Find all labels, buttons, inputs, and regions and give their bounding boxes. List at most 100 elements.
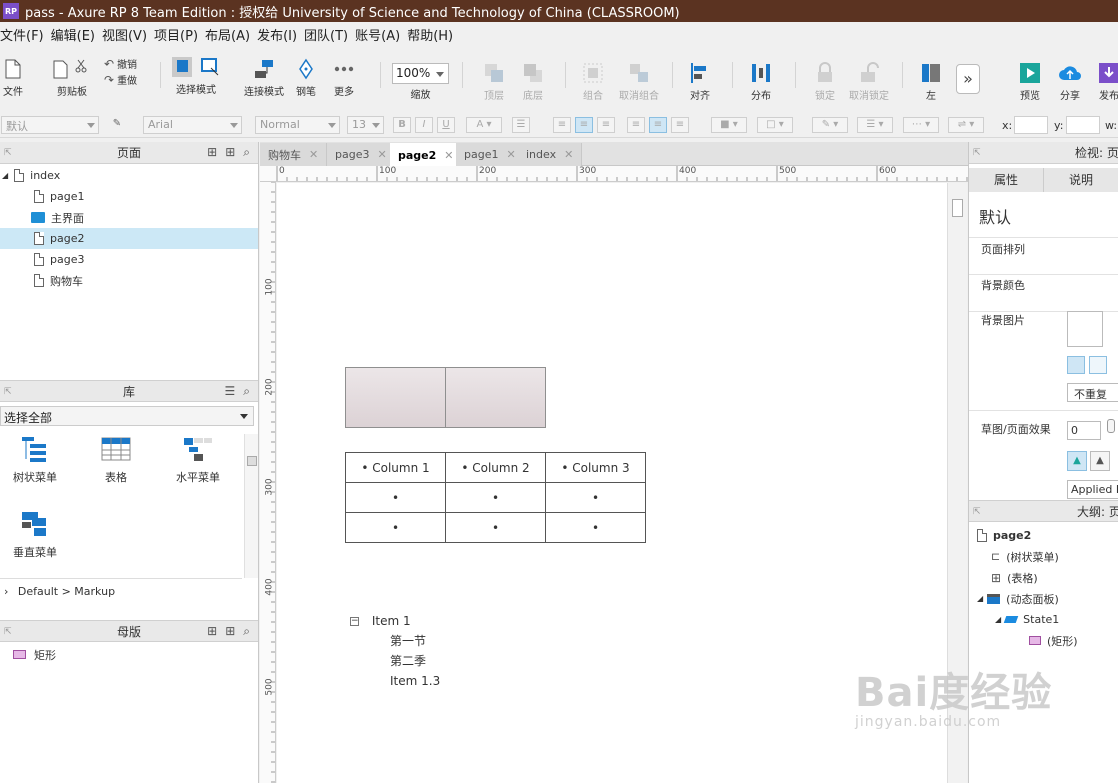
- bg-align-button[interactable]: [1089, 356, 1107, 374]
- add-master-icon[interactable]: ⊞: [207, 624, 217, 639]
- outline-item-rectangle[interactable]: (矩形): [969, 630, 1118, 651]
- tab-properties[interactable]: 属性: [969, 168, 1044, 192]
- pin-icon[interactable]: ⇱: [973, 507, 981, 517]
- valign-top-button[interactable]: ≡: [627, 117, 645, 133]
- font-size-select[interactable]: 13: [347, 116, 384, 134]
- library-footer[interactable]: › Default > Markup: [0, 578, 242, 602]
- undo-button[interactable]: ↶ 撤销: [104, 56, 137, 72]
- applied-font-input[interactable]: Applied Fo: [1067, 480, 1118, 499]
- line-width-button[interactable]: ☰ ▾: [857, 117, 893, 133]
- align-text-center-button[interactable]: ≡: [575, 117, 593, 133]
- publish-button[interactable]: 发布: [1098, 62, 1118, 102]
- horizontal-menu-widget[interactable]: [345, 367, 546, 428]
- close-icon[interactable]: ✕: [444, 149, 453, 162]
- pin-icon[interactable]: ⇱: [973, 148, 981, 158]
- bullet-list-button[interactable]: ☰: [512, 117, 530, 133]
- tree-item-main-folder[interactable]: 主界面: [0, 207, 258, 228]
- outline-item-tree-menu[interactable]: ⊏ (树状菜单): [969, 546, 1118, 567]
- left-panel-toggle-button[interactable]: 左: [920, 62, 942, 102]
- library-scrollbar[interactable]: [244, 434, 258, 578]
- bg-align-button[interactable]: [1067, 356, 1085, 374]
- menu-account[interactable]: 账号(A): [355, 25, 407, 44]
- menu-cell[interactable]: [446, 368, 545, 427]
- bring-to-top-button[interactable]: 顶层: [483, 62, 505, 102]
- add-folder-icon[interactable]: ⊞: [225, 624, 235, 639]
- more-button[interactable]: 更多: [333, 58, 355, 98]
- align-button[interactable]: 对齐: [689, 62, 711, 102]
- tab-page3[interactable]: page3 ✕: [327, 143, 396, 166]
- expand-triangle-icon[interactable]: ◢: [2, 171, 8, 180]
- search-icon[interactable]: ⌕: [243, 384, 250, 399]
- menu-view[interactable]: 视图(V): [102, 25, 154, 44]
- table-header-cell[interactable]: • Column 3: [545, 452, 646, 483]
- background-image-preview[interactable]: [1067, 311, 1103, 347]
- pin-icon[interactable]: ⇱: [4, 627, 12, 637]
- table-widget[interactable]: • Column 1 • Column 2 • Column 3 • • • •…: [345, 452, 646, 543]
- valign-bottom-button[interactable]: ≡: [671, 117, 689, 133]
- library-item-vertical-menu[interactable]: 垂直菜单: [0, 510, 70, 560]
- tab-page1[interactable]: page1 ✕: [456, 143, 525, 166]
- sketch-bw-button[interactable]: ▲: [1090, 451, 1110, 471]
- distribute-button[interactable]: 分布: [750, 62, 772, 102]
- tree-node-item-1[interactable]: − Item 1: [350, 611, 440, 631]
- library-item-table[interactable]: 表格: [81, 435, 151, 485]
- tree-item-cart[interactable]: 购物车: [0, 270, 258, 291]
- menu-file[interactable]: 文件(F): [0, 25, 51, 44]
- tree-item-page2[interactable]: page2: [0, 228, 258, 249]
- sketch-color-button[interactable]: ▲: [1067, 451, 1087, 471]
- scroll-thumb[interactable]: [247, 456, 257, 466]
- repeat-select[interactable]: 不重复: [1067, 383, 1118, 402]
- collapse-icon[interactable]: −: [350, 617, 359, 626]
- tab-notes[interactable]: 说明: [1044, 168, 1118, 192]
- library-select[interactable]: 选择全部: [0, 406, 254, 426]
- table-cell[interactable]: •: [445, 512, 546, 543]
- menu-project[interactable]: 项目(P): [154, 25, 205, 44]
- zoom-control[interactable]: 100% 缩放: [392, 63, 449, 101]
- close-icon[interactable]: ✕: [564, 148, 573, 161]
- ungroup-button[interactable]: 取消组合: [619, 62, 659, 102]
- table-cell[interactable]: •: [345, 512, 446, 543]
- align-text-right-button[interactable]: ≡: [597, 117, 615, 133]
- pen-button[interactable]: 钢笔: [295, 58, 317, 98]
- scroll-thumb[interactable]: [952, 199, 963, 217]
- font-family-select[interactable]: Arial: [143, 116, 242, 134]
- pin-icon[interactable]: ⇱: [4, 387, 12, 397]
- preview-button[interactable]: 预览: [1019, 62, 1041, 102]
- table-cell[interactable]: •: [445, 482, 546, 513]
- clipboard-button[interactable]: 剪贴板: [52, 58, 92, 98]
- line-style-button[interactable]: ⋯ ▾: [903, 117, 939, 133]
- lock-button[interactable]: 锁定: [814, 62, 836, 102]
- table-header-cell[interactable]: • Column 2: [445, 452, 546, 483]
- tree-item-page3[interactable]: page3: [0, 249, 258, 270]
- add-page-icon[interactable]: ⊞: [207, 145, 217, 160]
- menu-edit[interactable]: 编辑(E): [51, 25, 102, 44]
- table-cell[interactable]: •: [345, 482, 446, 513]
- unlock-button[interactable]: 取消锁定: [849, 62, 889, 102]
- pin-icon[interactable]: ⇱: [4, 148, 12, 158]
- tab-page2[interactable]: page2 ✕: [390, 143, 463, 167]
- tree-menu-widget[interactable]: − Item 1 第一节 第二季 Item 1.3: [350, 611, 440, 691]
- table-cell[interactable]: •: [545, 482, 646, 513]
- font-color-button[interactable]: A ▾: [466, 117, 502, 133]
- tree-item-page1[interactable]: page1: [0, 186, 258, 207]
- style-edit-icon[interactable]: ✎: [108, 117, 126, 133]
- library-item-horizontal-menu[interactable]: 水平菜单: [163, 435, 233, 485]
- tree-node-child[interactable]: 第一节: [350, 631, 440, 651]
- align-text-left-button[interactable]: ≡: [553, 117, 571, 133]
- group-button[interactable]: 组合: [582, 62, 604, 102]
- connect-mode-button[interactable]: 连接模式: [244, 58, 284, 98]
- close-icon[interactable]: ✕: [377, 148, 386, 161]
- arrow-style-button[interactable]: ⇌ ▾: [948, 117, 984, 133]
- expand-triangle-icon[interactable]: ◢: [977, 594, 983, 603]
- menu-help[interactable]: 帮助(H): [407, 25, 460, 44]
- outline-item-dynamic-panel[interactable]: ◢ (动态面板): [969, 588, 1118, 609]
- menu-publish[interactable]: 发布(I): [257, 25, 304, 44]
- add-folder-icon[interactable]: ⊞: [225, 145, 235, 160]
- table-header-cell[interactable]: • Column 1: [345, 452, 446, 483]
- close-icon[interactable]: ✕: [309, 148, 318, 161]
- slider-handle[interactable]: [1107, 419, 1115, 433]
- zoom-dropdown[interactable]: 100%: [392, 63, 449, 84]
- menu-layout[interactable]: 布局(A): [205, 25, 257, 44]
- select-mode-button[interactable]: 选择模式: [171, 56, 221, 96]
- tab-cart[interactable]: 购物车 ✕: [260, 143, 328, 166]
